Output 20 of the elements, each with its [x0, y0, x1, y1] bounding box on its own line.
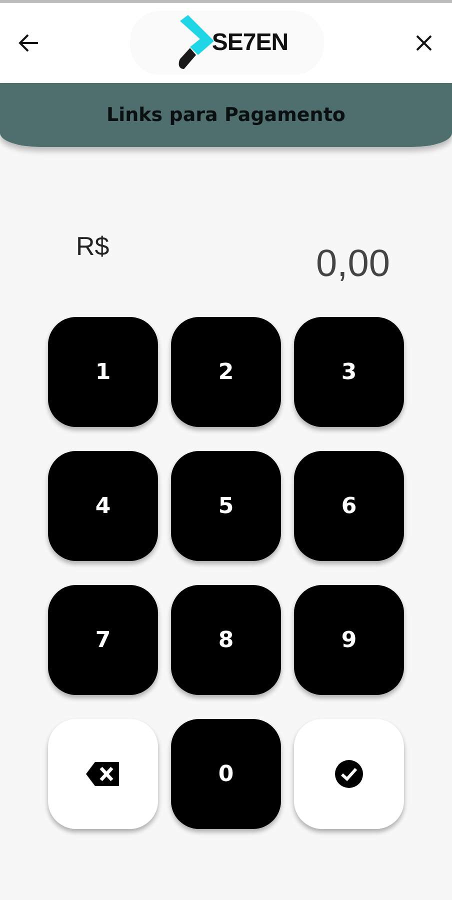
digit-key[interactable]: 0	[171, 719, 281, 829]
currency-label: R$	[76, 231, 110, 262]
amount-value: 0,00	[316, 243, 390, 286]
page-title: Links para Pagamento	[106, 104, 346, 126]
backspace-icon	[85, 761, 121, 787]
digit-key[interactable]: 6	[294, 451, 404, 561]
digit-key[interactable]: 7	[48, 585, 158, 695]
confirm-button[interactable]	[294, 719, 404, 829]
digit-key[interactable]: 9	[294, 585, 404, 695]
digit-key[interactable]: 8	[171, 585, 281, 695]
check-circle-icon	[334, 759, 364, 789]
digit-key[interactable]: 5	[171, 451, 281, 561]
backspace-button[interactable]	[48, 719, 158, 829]
digit-key[interactable]: 3	[294, 317, 404, 427]
close-icon	[414, 33, 434, 53]
digit-key[interactable]: 4	[48, 451, 158, 561]
digit-key[interactable]: 2	[171, 317, 281, 427]
digit-key[interactable]: 1	[48, 317, 158, 427]
back-arrow-icon	[18, 33, 40, 53]
logo-text: SE7EN	[212, 29, 288, 57]
